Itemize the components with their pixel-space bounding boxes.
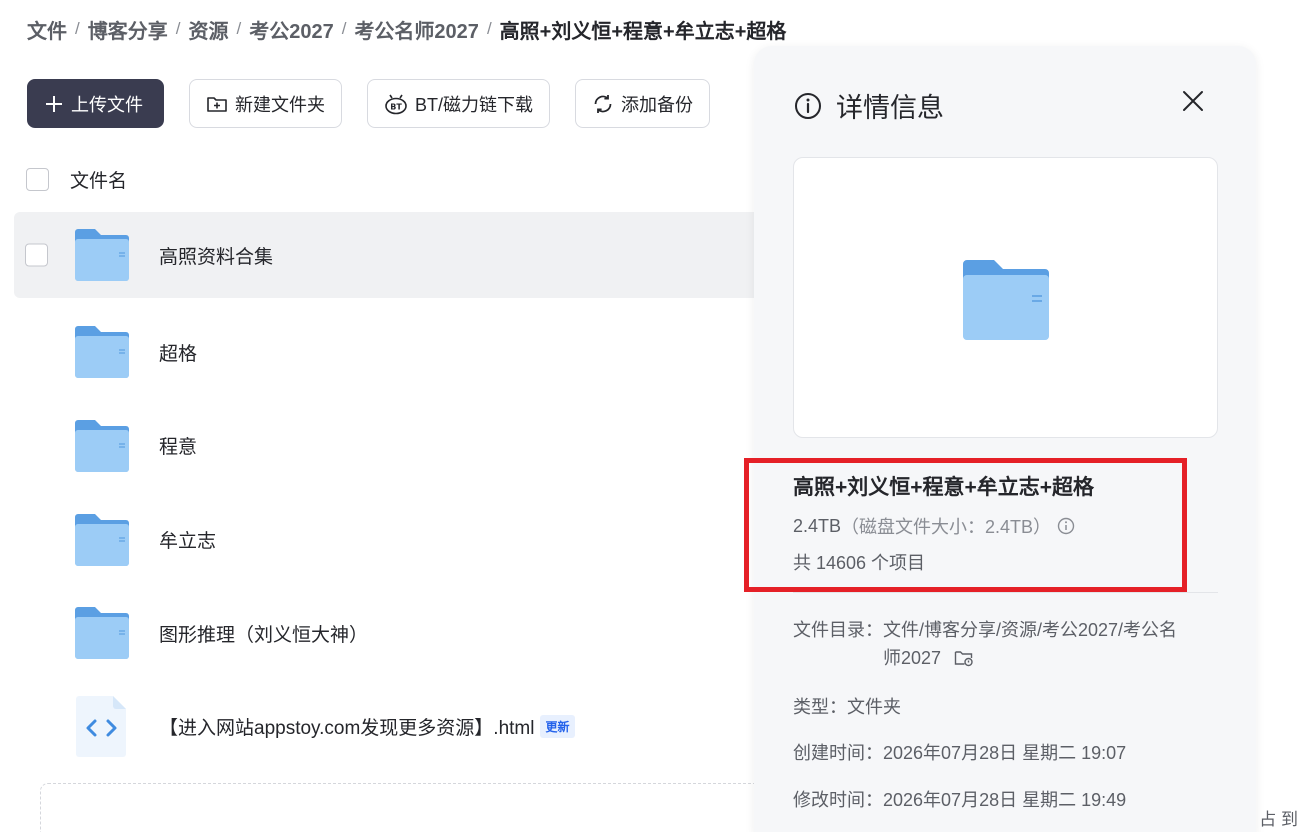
breadcrumb-current: 高照+刘义恒+程意+牟立志+超格: [499, 20, 787, 43]
folder-name: 高照+刘义恒+程意+牟立志+超格: [793, 476, 1095, 499]
drop-zone[interactable]: [40, 783, 800, 832]
file-list: 高照资料合集 超格 程意 牟立志 图形推理（刘义恒大神） 【进入网站appsto…: [14, 212, 774, 774]
modified-value: 2026年07月28日 星期二 19:49: [883, 790, 1127, 810]
type-label: 类型：: [793, 697, 847, 717]
folder-icon: [75, 607, 129, 660]
row-checkbox[interactable]: [25, 243, 48, 267]
directory-path[interactable]: 文件/博客分享/资源/考公2027/考公名师2027: [883, 620, 1177, 668]
list-item[interactable]: 程意: [14, 399, 774, 493]
folder-icon: [963, 260, 1049, 340]
details-panel: 详情信息 高照+刘义恒+程意+牟立志+超格 2.4TB （磁盘文件大小：2.4TB…: [744, 46, 1256, 832]
list-item[interactable]: 超格: [14, 306, 774, 400]
sync-icon: [594, 94, 612, 113]
bt-magnet-label: BT/磁力链下载: [415, 94, 534, 115]
add-backup-button[interactable]: 添加备份: [575, 79, 711, 128]
partial-text: 占 到: [1259, 810, 1298, 829]
close-icon[interactable]: [1180, 88, 1206, 114]
folder-icon: [75, 419, 129, 472]
toolbar: 上传文件 新建文件夹 BT BT/磁力链下载 添加备份: [27, 79, 711, 128]
file-name[interactable]: 高照资料合集: [159, 242, 273, 269]
type-value: 文件夹: [847, 697, 901, 717]
info-icon: [795, 92, 821, 119]
file-name[interactable]: 图形推理（刘义恒大神）: [159, 620, 368, 647]
breadcrumb-separator: /: [341, 19, 347, 38]
bt-magnet-download-button[interactable]: BT BT/磁力链下载: [367, 79, 551, 128]
breadcrumb-item-files[interactable]: 文件: [27, 15, 67, 44]
list-item[interactable]: 【进入网站appstoy.com发现更多资源】.html 更新: [14, 680, 774, 774]
folder-plus-icon: [207, 96, 227, 112]
folder-preview: [793, 157, 1218, 438]
file-name[interactable]: 牟立志: [159, 526, 216, 553]
new-folder-button[interactable]: 新建文件夹: [189, 79, 342, 128]
file-name[interactable]: 程意: [159, 432, 197, 459]
created-value: 2026年07月28日 星期二 19:07: [883, 743, 1127, 763]
list-item[interactable]: 牟立志: [14, 493, 774, 587]
bt-icon: BT: [385, 94, 407, 114]
folder-link-icon[interactable]: [954, 649, 974, 667]
created-label: 创建时间：: [793, 743, 883, 763]
breadcrumb-item-blog-share[interactable]: 博客分享: [88, 15, 168, 44]
list-item[interactable]: 图形推理（刘义恒大神）: [14, 586, 774, 680]
modified-label: 修改时间：: [793, 790, 883, 810]
breadcrumb-item-resources[interactable]: 资源: [188, 15, 228, 44]
meta-type: 类型： 文件夹: [793, 693, 901, 719]
html-file-icon: [76, 695, 126, 757]
info-icon[interactable]: [1057, 517, 1075, 535]
meta-directory: 文件目录： 文件/博客分享/资源/考公2027/考公名师2027: [793, 616, 1193, 672]
breadcrumb-separator: /: [486, 19, 492, 38]
upload-file-label: 上传文件: [71, 94, 143, 115]
item-count: 共 14606 个项目: [793, 553, 926, 573]
breadcrumb-item-teachers-2027[interactable]: 考公名师2027: [354, 15, 479, 44]
select-all-checkbox[interactable]: [26, 168, 49, 191]
add-backup-label: 添加备份: [621, 94, 694, 115]
folder-icon: [75, 229, 129, 281]
details-header: 详情信息: [794, 86, 944, 125]
update-badge: 更新: [540, 715, 575, 739]
folder-summary: 高照+刘义恒+程意+牟立志+超格 2.4TB （磁盘文件大小：2.4TB） 共 1…: [793, 471, 1094, 575]
file-name-text: 【进入网站appstoy.com发现更多资源】.html: [159, 718, 535, 740]
folder-icon: [75, 513, 129, 566]
disk-size-value: （磁盘文件大小：2.4TB）: [841, 517, 1052, 537]
breadcrumb: 文件 / 博客分享 / 资源 / 考公2027 / 考公名师2027 / 高照+…: [27, 14, 786, 44]
size-value: 2.4TB: [793, 515, 842, 536]
details-title: 详情信息: [836, 93, 944, 123]
folder-icon: [75, 326, 129, 379]
list-item[interactable]: 高照资料合集: [14, 212, 774, 298]
svg-text:BT: BT: [390, 102, 402, 111]
upload-file-button[interactable]: 上传文件: [27, 79, 164, 128]
meta-created: 创建时间： 2026年07月28日 星期二 19:07: [793, 739, 1126, 765]
breadcrumb-separator: /: [236, 19, 242, 38]
breadcrumb-separator: /: [75, 19, 80, 38]
file-name[interactable]: 超格: [159, 339, 197, 366]
meta-modified: 修改时间： 2026年07月28日 星期二 19:49: [793, 786, 1126, 812]
new-folder-label: 新建文件夹: [235, 94, 325, 115]
divider: [793, 592, 1218, 593]
folder-size: 2.4TB （磁盘文件大小：2.4TB）: [793, 513, 1094, 539]
list-header: 文件名: [26, 166, 127, 193]
directory-label: 文件目录：: [793, 620, 883, 640]
column-header-filename[interactable]: 文件名: [70, 166, 127, 193]
plus-icon: [46, 95, 62, 112]
breadcrumb-item-exam-2027[interactable]: 考公2027: [249, 15, 334, 44]
file-name[interactable]: 【进入网站appstoy.com发现更多资源】.html 更新: [159, 713, 575, 740]
directory-value: 文件/博客分享/资源/考公2027/考公名师2027: [883, 616, 1193, 672]
breadcrumb-separator: /: [175, 19, 181, 38]
